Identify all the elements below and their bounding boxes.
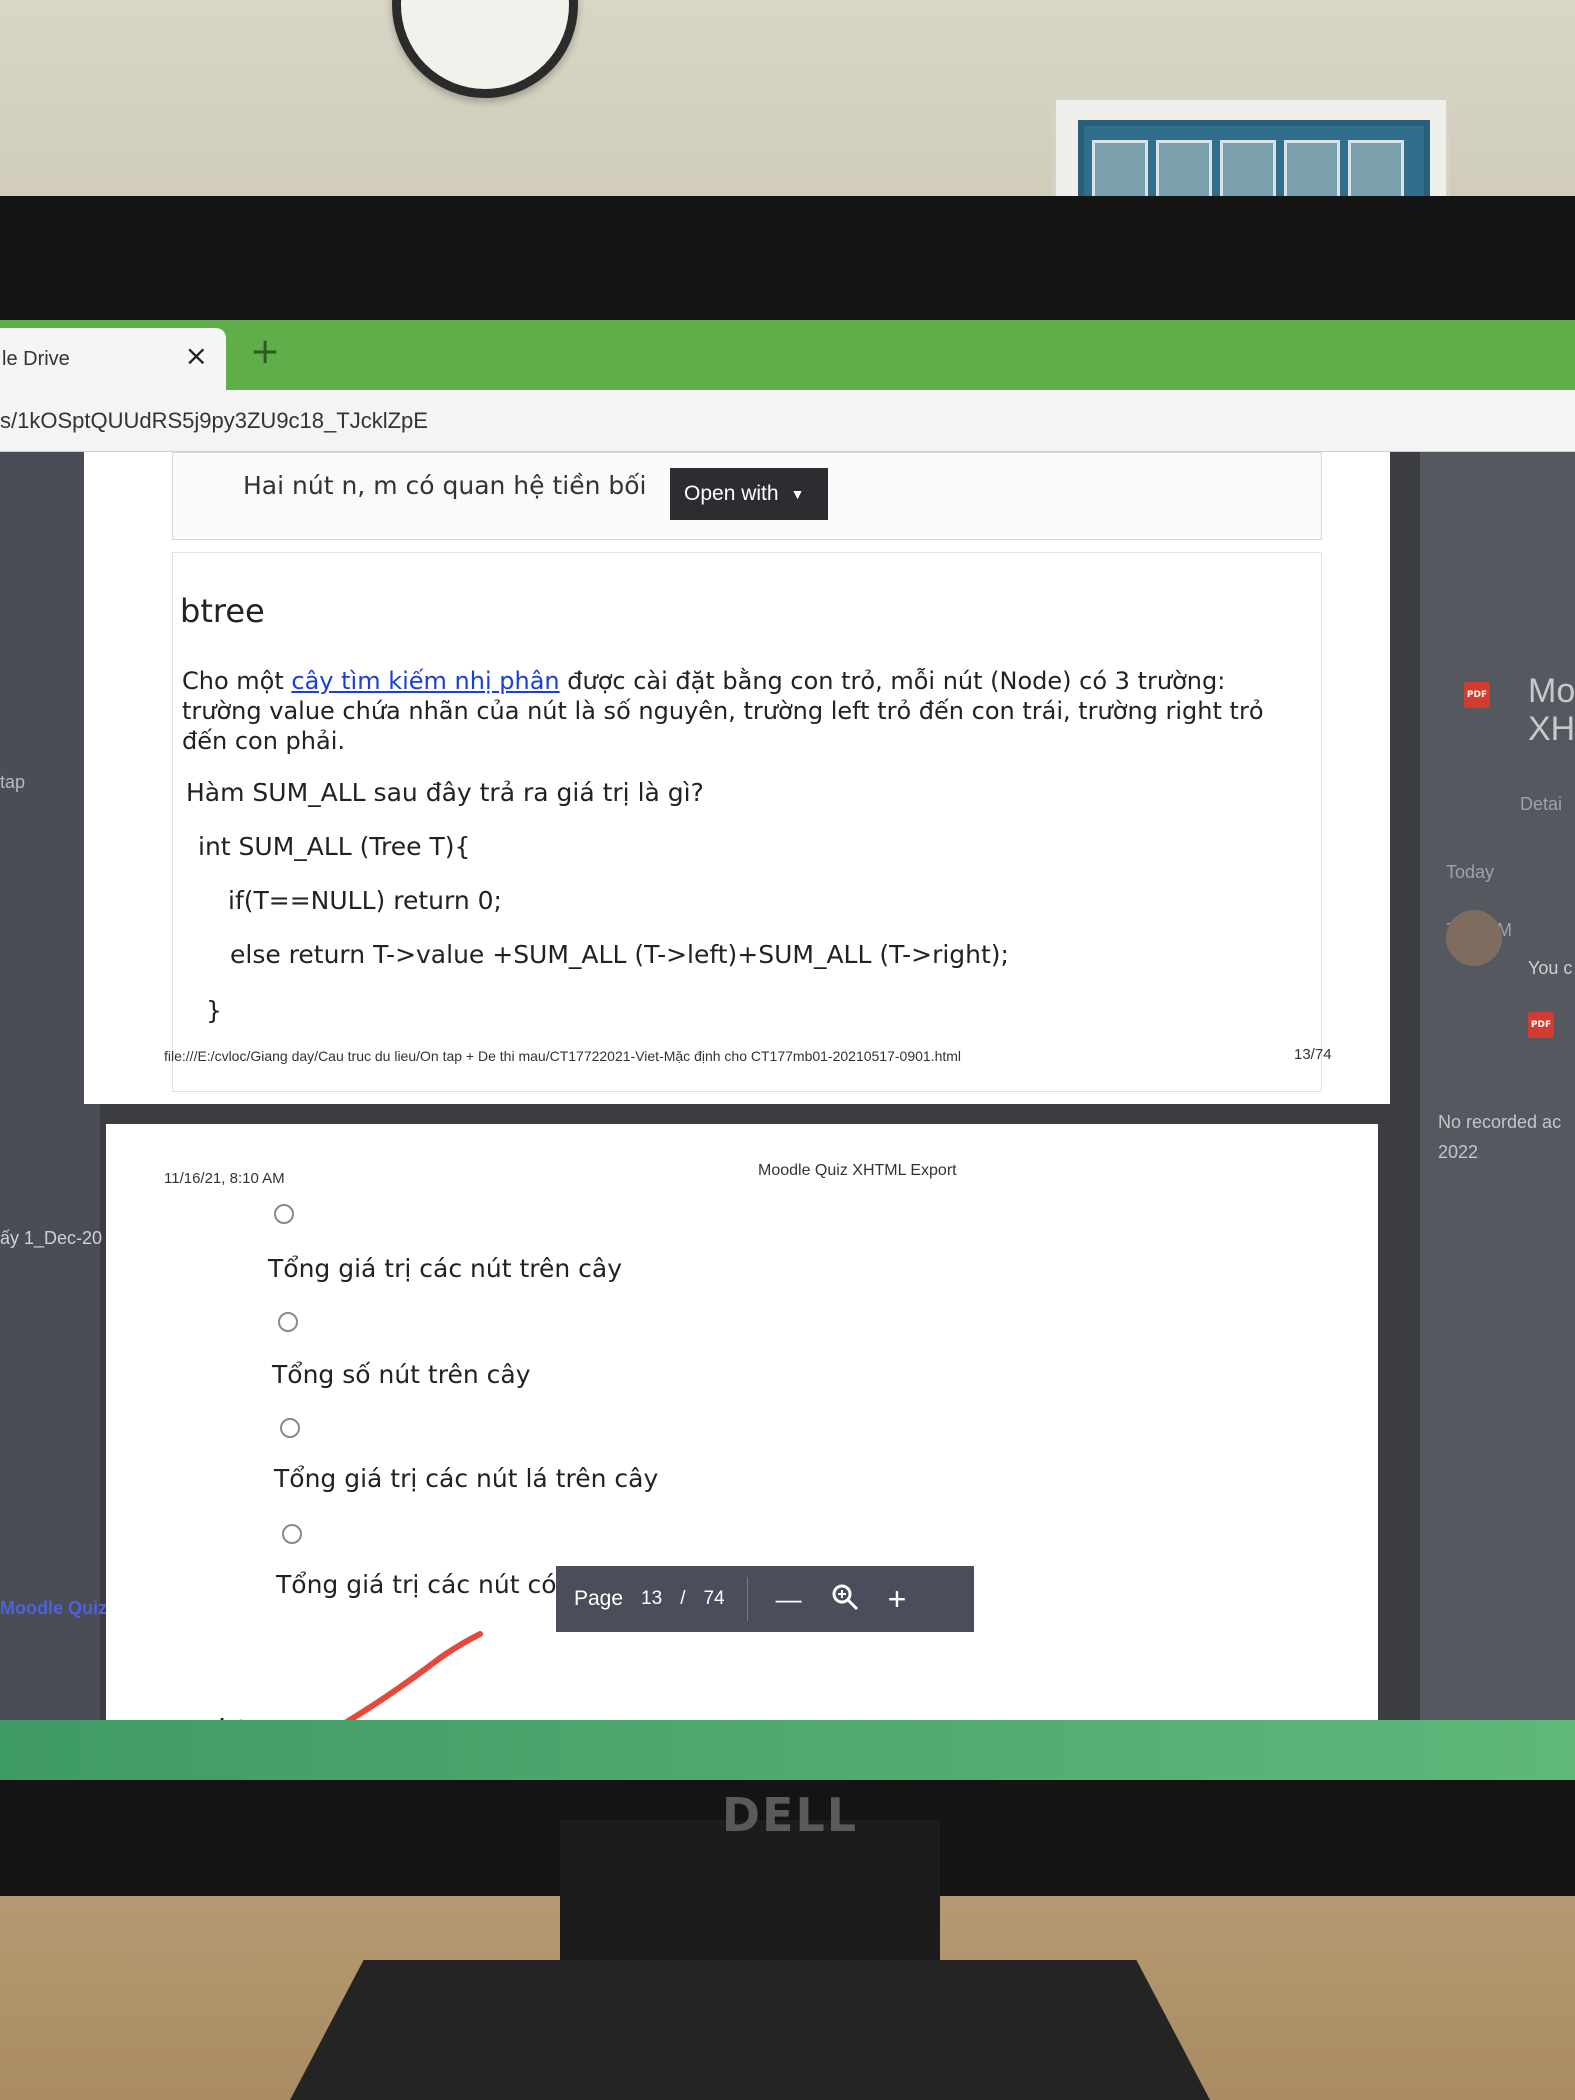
question-title: btree [180,592,265,630]
code-line: else return T->value +SUM_ALL (T->left)+… [230,940,1009,969]
left-panel-label: ấy 1_Dec-20 [0,1228,103,1248]
no-activity-text: No recorded ac [1438,1112,1562,1132]
page-footer-path: file:///E:/cvloc/Giang day/Cau truc du l… [164,1048,962,1064]
zoom-icon[interactable] [830,1582,860,1617]
browser-tab[interactable]: le Drive × [0,328,226,390]
pdf-icon: PDF [1464,682,1490,708]
avatar [1446,910,1502,966]
open-with-button[interactable]: Open with ▼ [670,468,828,520]
answer-radio[interactable] [278,1312,298,1332]
close-icon[interactable]: × [185,342,208,370]
zoom-in-button[interactable]: + [888,1583,907,1615]
bottom-strip [0,1720,1575,1780]
address-url: s/1kOSptQUUdRS5j9py3ZU9c18_TJcklZpE [0,407,428,433]
browser-tab-bar: le Drive × + [0,320,1575,390]
pdf-page: Hai nút n, m có quan hệ tiền bối Open wi… [84,452,1390,1104]
details-tab[interactable]: Detai [1520,794,1562,815]
address-bar[interactable]: s/1kOSptQUUdRS5j9py3ZU9c18_TJcklZpE [0,390,1575,452]
answer-option: Tổng giá trị các nút trên cây [268,1254,623,1283]
page-label: Page [574,1587,624,1610]
pdf-icon: PDF [1528,1012,1554,1038]
chevron-down-icon: ▼ [790,486,805,502]
answer-radio[interactable] [274,1204,294,1224]
screen: le Drive × + s/1kOSptQUUdRS5j9py3ZU9c18_… [0,320,1575,1780]
left-panel-label: tap [0,772,26,792]
total-pages: 74 [703,1588,725,1609]
new-tab-icon[interactable]: + [250,334,280,370]
activity-user: You c [1528,958,1573,978]
page-header-date: 11/16/21, 8:10 AM [164,1170,285,1187]
intro-link[interactable]: cây tìm kiếm nhị phân [291,667,559,695]
tab-title: le Drive [2,347,70,370]
answer-option: Tổng giá trị các nút lá trên cây [274,1464,659,1493]
open-with-label: Open with [684,482,779,505]
current-page-input[interactable]: 13 [641,1588,662,1610]
question-text: Hàm SUM_ALL sau đây trả ra giá trị là gì… [186,778,704,807]
page-footer-number: 13/74 [1294,1046,1332,1063]
page-toolbar: Page 13 / 74 — + [556,1566,974,1632]
code-line: if(T==NULL) return 0; [228,886,502,915]
file-title: Mo [1528,672,1575,710]
zoom-out-button[interactable]: — [776,1586,802,1612]
page-separator: / [680,1588,686,1609]
previous-answer-text: Hai nút n, m có quan hệ tiền bối [243,471,647,500]
answer-option: Tổng số nút trên cây [272,1360,531,1389]
details-panel: PDF Mo XH Detai Today 7:06 AM You c PDF … [1420,452,1575,1752]
intro-text: Cho một [182,667,292,695]
monitor-brand-logo: DELL [721,1788,859,1842]
code-line: } [206,996,222,1025]
question-box [172,552,1322,1092]
pdf-viewer: tap ấy 1_Dec-20 Moodle Quiz PDF Mo XH De… [0,452,1575,1780]
page-header-title: Moodle Quiz XHTML Export [758,1162,957,1179]
answer-radio[interactable] [280,1418,300,1438]
activity-date: Today [1446,862,1495,882]
question-intro: Cho một cây tìm kiếm nhị phân được cài đ… [182,666,1312,756]
file-title: XH [1528,710,1575,748]
code-line: int SUM_ALL (Tree T){ [198,832,471,861]
monitor-stand-base [290,1960,1210,2100]
answer-radio[interactable] [282,1524,302,1544]
left-panel-link[interactable]: Moodle Quiz [0,1598,107,1619]
toolbar-divider [746,1577,748,1621]
activity-year: 2022 [1438,1142,1479,1162]
